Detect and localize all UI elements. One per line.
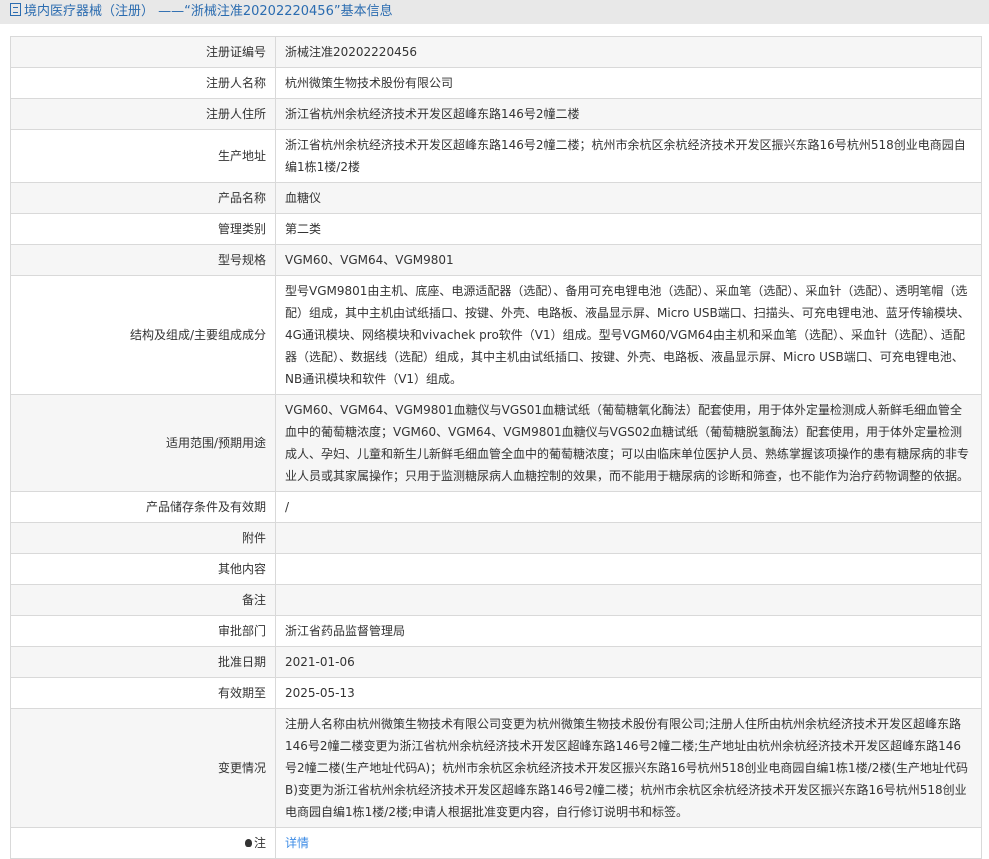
row-label: 注册人名称 bbox=[11, 68, 276, 99]
row-value: / bbox=[276, 492, 982, 523]
table-row: 附件 bbox=[11, 523, 982, 554]
row-value: 第二类 bbox=[276, 214, 982, 245]
row-value: 浙械注准20202220456 bbox=[276, 37, 982, 68]
table-row: 管理类别第二类 bbox=[11, 214, 982, 245]
row-value: 2025-05-13 bbox=[276, 678, 982, 709]
details-link[interactable]: 详情 bbox=[285, 836, 309, 850]
row-label: 产品名称 bbox=[11, 183, 276, 214]
row-label: 备注 bbox=[11, 585, 276, 616]
row-value: 浙江省杭州余杭经济技术开发区超峰东路146号2幢二楼；杭州市余杭区余杭经济技术开… bbox=[276, 130, 982, 183]
row-value bbox=[276, 554, 982, 585]
row-label: 附件 bbox=[11, 523, 276, 554]
row-value: 浙江省药品监督管理局 bbox=[276, 616, 982, 647]
row-value: 浙江省杭州余杭经济技术开发区超峰东路146号2幢二楼 bbox=[276, 99, 982, 130]
row-value: 详情 bbox=[276, 828, 982, 859]
table-row: 注册证编号浙械注准20202220456 bbox=[11, 37, 982, 68]
lightbulb-icon bbox=[245, 839, 252, 847]
row-label: 变更情况 bbox=[11, 709, 276, 828]
page-title: 境内医疗器械（注册） ——“浙械注准20202220456”基本信息 bbox=[0, 0, 989, 24]
row-value: VGM60、VGM64、VGM9801 bbox=[276, 245, 982, 276]
table-row: 结构及组成/主要组成成分型号VGM9801由主机、底座、电源适配器（选配）、备用… bbox=[11, 276, 982, 395]
row-label: 注册人住所 bbox=[11, 99, 276, 130]
table-row: 备注 bbox=[11, 585, 982, 616]
table-row: 产品储存条件及有效期/ bbox=[11, 492, 982, 523]
row-value: VGM60、VGM64、VGM9801血糖仪与VGS01血糖试纸（葡萄糖氧化酶法… bbox=[276, 395, 982, 492]
row-value bbox=[276, 523, 982, 554]
row-value: 2021-01-06 bbox=[276, 647, 982, 678]
table-row: 其他内容 bbox=[11, 554, 982, 585]
table-row: 有效期至2025-05-13 bbox=[11, 678, 982, 709]
row-value: 注册人名称由杭州微策生物技术有限公司变更为杭州微策生物技术股份有限公司;注册人住… bbox=[276, 709, 982, 828]
table-row: 适用范围/预期用途VGM60、VGM64、VGM9801血糖仪与VGS01血糖试… bbox=[11, 395, 982, 492]
info-table: 注册证编号浙械注准20202220456注册人名称杭州微策生物技术股份有限公司注… bbox=[10, 36, 982, 859]
row-label: 管理类别 bbox=[11, 214, 276, 245]
row-label: 其他内容 bbox=[11, 554, 276, 585]
table-row: 注册人住所浙江省杭州余杭经济技术开发区超峰东路146号2幢二楼 bbox=[11, 99, 982, 130]
row-label: 注 bbox=[11, 828, 276, 859]
row-value: 杭州微策生物技术股份有限公司 bbox=[276, 68, 982, 99]
table-row: 生产地址浙江省杭州余杭经济技术开发区超峰东路146号2幢二楼；杭州市余杭区余杭经… bbox=[11, 130, 982, 183]
row-value: 型号VGM9801由主机、底座、电源适配器（选配）、备用可充电锂电池（选配）、采… bbox=[276, 276, 982, 395]
table-row: 注册人名称杭州微策生物技术股份有限公司 bbox=[11, 68, 982, 99]
row-label: 有效期至 bbox=[11, 678, 276, 709]
row-label: 型号规格 bbox=[11, 245, 276, 276]
row-label: 产品储存条件及有效期 bbox=[11, 492, 276, 523]
row-label: 适用范围/预期用途 bbox=[11, 395, 276, 492]
row-label: 注册证编号 bbox=[11, 37, 276, 68]
note-row: 注详情 bbox=[11, 828, 982, 859]
row-value bbox=[276, 585, 982, 616]
row-label: 生产地址 bbox=[11, 130, 276, 183]
row-label: 批准日期 bbox=[11, 647, 276, 678]
row-label: 审批部门 bbox=[11, 616, 276, 647]
row-value: 血糖仪 bbox=[276, 183, 982, 214]
table-row: 变更情况注册人名称由杭州微策生物技术有限公司变更为杭州微策生物技术股份有限公司;… bbox=[11, 709, 982, 828]
table-row: 产品名称血糖仪 bbox=[11, 183, 982, 214]
table-row: 审批部门浙江省药品监督管理局 bbox=[11, 616, 982, 647]
document-icon bbox=[10, 3, 21, 16]
table-row: 型号规格VGM60、VGM64、VGM9801 bbox=[11, 245, 982, 276]
table-row: 批准日期2021-01-06 bbox=[11, 647, 982, 678]
row-label: 结构及组成/主要组成成分 bbox=[11, 276, 276, 395]
